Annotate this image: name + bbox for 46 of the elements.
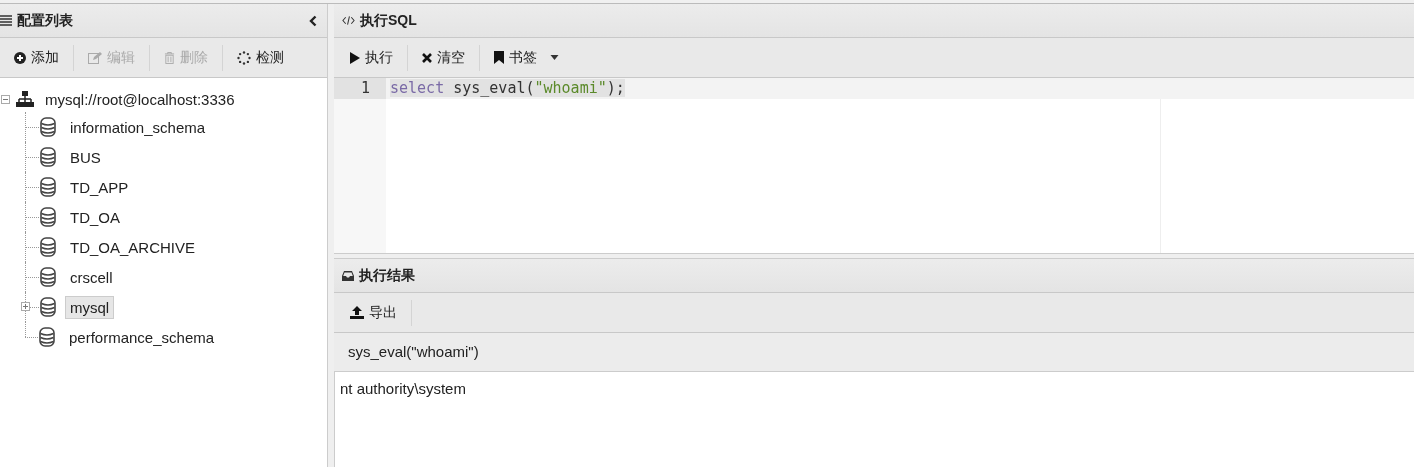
toolbar-button[interactable]: 书签 — [484, 44, 569, 71]
database-icon — [40, 177, 56, 197]
toolbar-button[interactable]: 导出 — [340, 299, 407, 326]
collapse-icon[interactable] — [1, 94, 10, 104]
trash-icon — [164, 51, 175, 64]
inbox-icon — [342, 270, 354, 281]
spinner-icon — [237, 50, 251, 65]
caret-icon — [550, 55, 559, 60]
database-icon — [40, 267, 56, 287]
tree-item[interactable]: information_schema — [65, 115, 211, 139]
sitemap-icon — [16, 91, 34, 107]
panel-title: 执行结果 — [359, 266, 415, 285]
toolbar-button[interactable]: 清空 — [412, 44, 475, 71]
chevron-left-icon[interactable] — [309, 14, 317, 27]
panel-title: 执行SQL — [360, 11, 417, 30]
table-cell-text: nt authority\system — [339, 379, 467, 399]
plus-circle-icon — [14, 51, 26, 64]
tree-item[interactable]: mysql://root@localhost:3336 — [40, 87, 240, 111]
database-icon — [39, 327, 55, 347]
tree-item[interactable]: BUS — [65, 145, 106, 169]
tree-item[interactable]: TD_OA — [65, 205, 125, 229]
line-number: 1 — [334, 78, 386, 99]
pencil-icon — [88, 51, 102, 64]
tree-item[interactable]: performance_schema — [64, 325, 220, 349]
code-editor[interactable]: 1 select sys_eval("whoami"); — [334, 78, 1414, 253]
database-icon — [40, 297, 56, 317]
tree-item[interactable]: TD_OA_ARCHIVE — [65, 235, 201, 259]
database-icon — [40, 147, 56, 167]
close-icon — [422, 52, 432, 63]
expand-icon[interactable] — [21, 302, 30, 311]
code-icon — [342, 15, 355, 26]
column-header[interactable]: sys_eval("whoami") — [334, 333, 493, 371]
bookmark-icon — [494, 51, 504, 64]
database-icon — [40, 207, 56, 227]
tree-item[interactable]: TD_APP — [65, 175, 134, 199]
list-icon — [0, 15, 12, 26]
tree-item[interactable]: mysql — [65, 295, 115, 319]
toolbar-button[interactable]: 执行 — [340, 44, 403, 71]
panel-title: 配置列表 — [17, 11, 73, 30]
toolbar-button[interactable]: 检测 — [227, 44, 294, 71]
upload-icon — [350, 306, 364, 319]
database-icon — [40, 117, 56, 137]
toolbar-button[interactable]: 添加 — [4, 44, 69, 71]
tree-item[interactable]: crscell — [65, 265, 118, 289]
database-icon — [40, 237, 56, 257]
play-icon — [350, 51, 360, 64]
